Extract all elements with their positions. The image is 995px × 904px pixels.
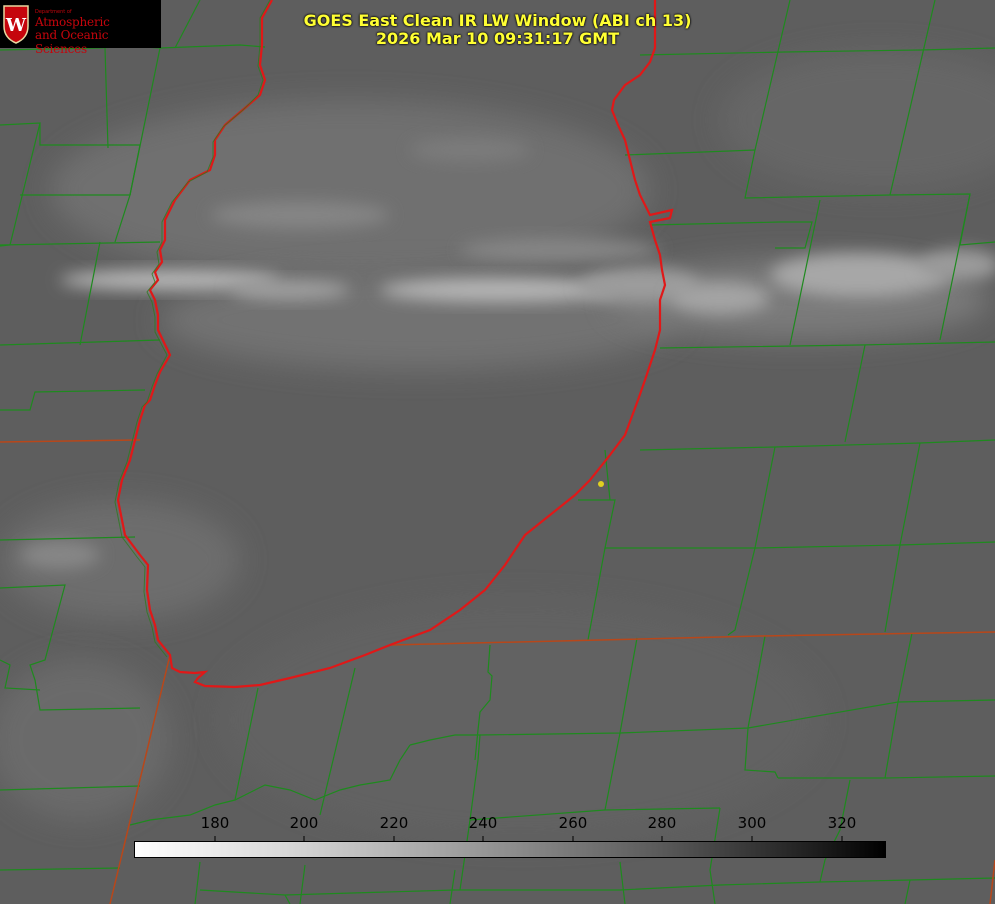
colorbar-tick-label: 220 xyxy=(379,814,409,832)
colorbar-gradient xyxy=(134,841,886,858)
colorbar-tick-label: 280 xyxy=(647,814,677,832)
satellite-map[interactable] xyxy=(0,0,995,904)
svg-text:W: W xyxy=(5,15,27,36)
uw-crest-icon: W xyxy=(3,5,29,44)
title-timestamp: 2026 Mar 10 09:31:17 GMT xyxy=(375,29,620,48)
image-title: GOES East Clean IR LW Window (ABI ch 13)… xyxy=(300,12,695,48)
title-product: GOES East Clean IR LW Window (ABI ch 13) xyxy=(303,11,692,30)
aos-logo[interactable]: W Department of Atmospheric and Oceanic … xyxy=(0,0,161,56)
colorbar-tick-label: 300 xyxy=(737,814,767,832)
colorbar-tick-label: 180 xyxy=(200,814,230,832)
colorbar-tick-label: 200 xyxy=(289,814,319,832)
logo-line-2: and Oceanic Sciences xyxy=(35,28,109,56)
colorbar-tick-label: 320 xyxy=(827,814,857,832)
colorbar-tick-label: 260 xyxy=(558,814,588,832)
colorbar-tick-label: 240 xyxy=(468,814,498,832)
logo-line-1: Atmospheric xyxy=(35,15,110,29)
city-marker xyxy=(598,481,604,487)
